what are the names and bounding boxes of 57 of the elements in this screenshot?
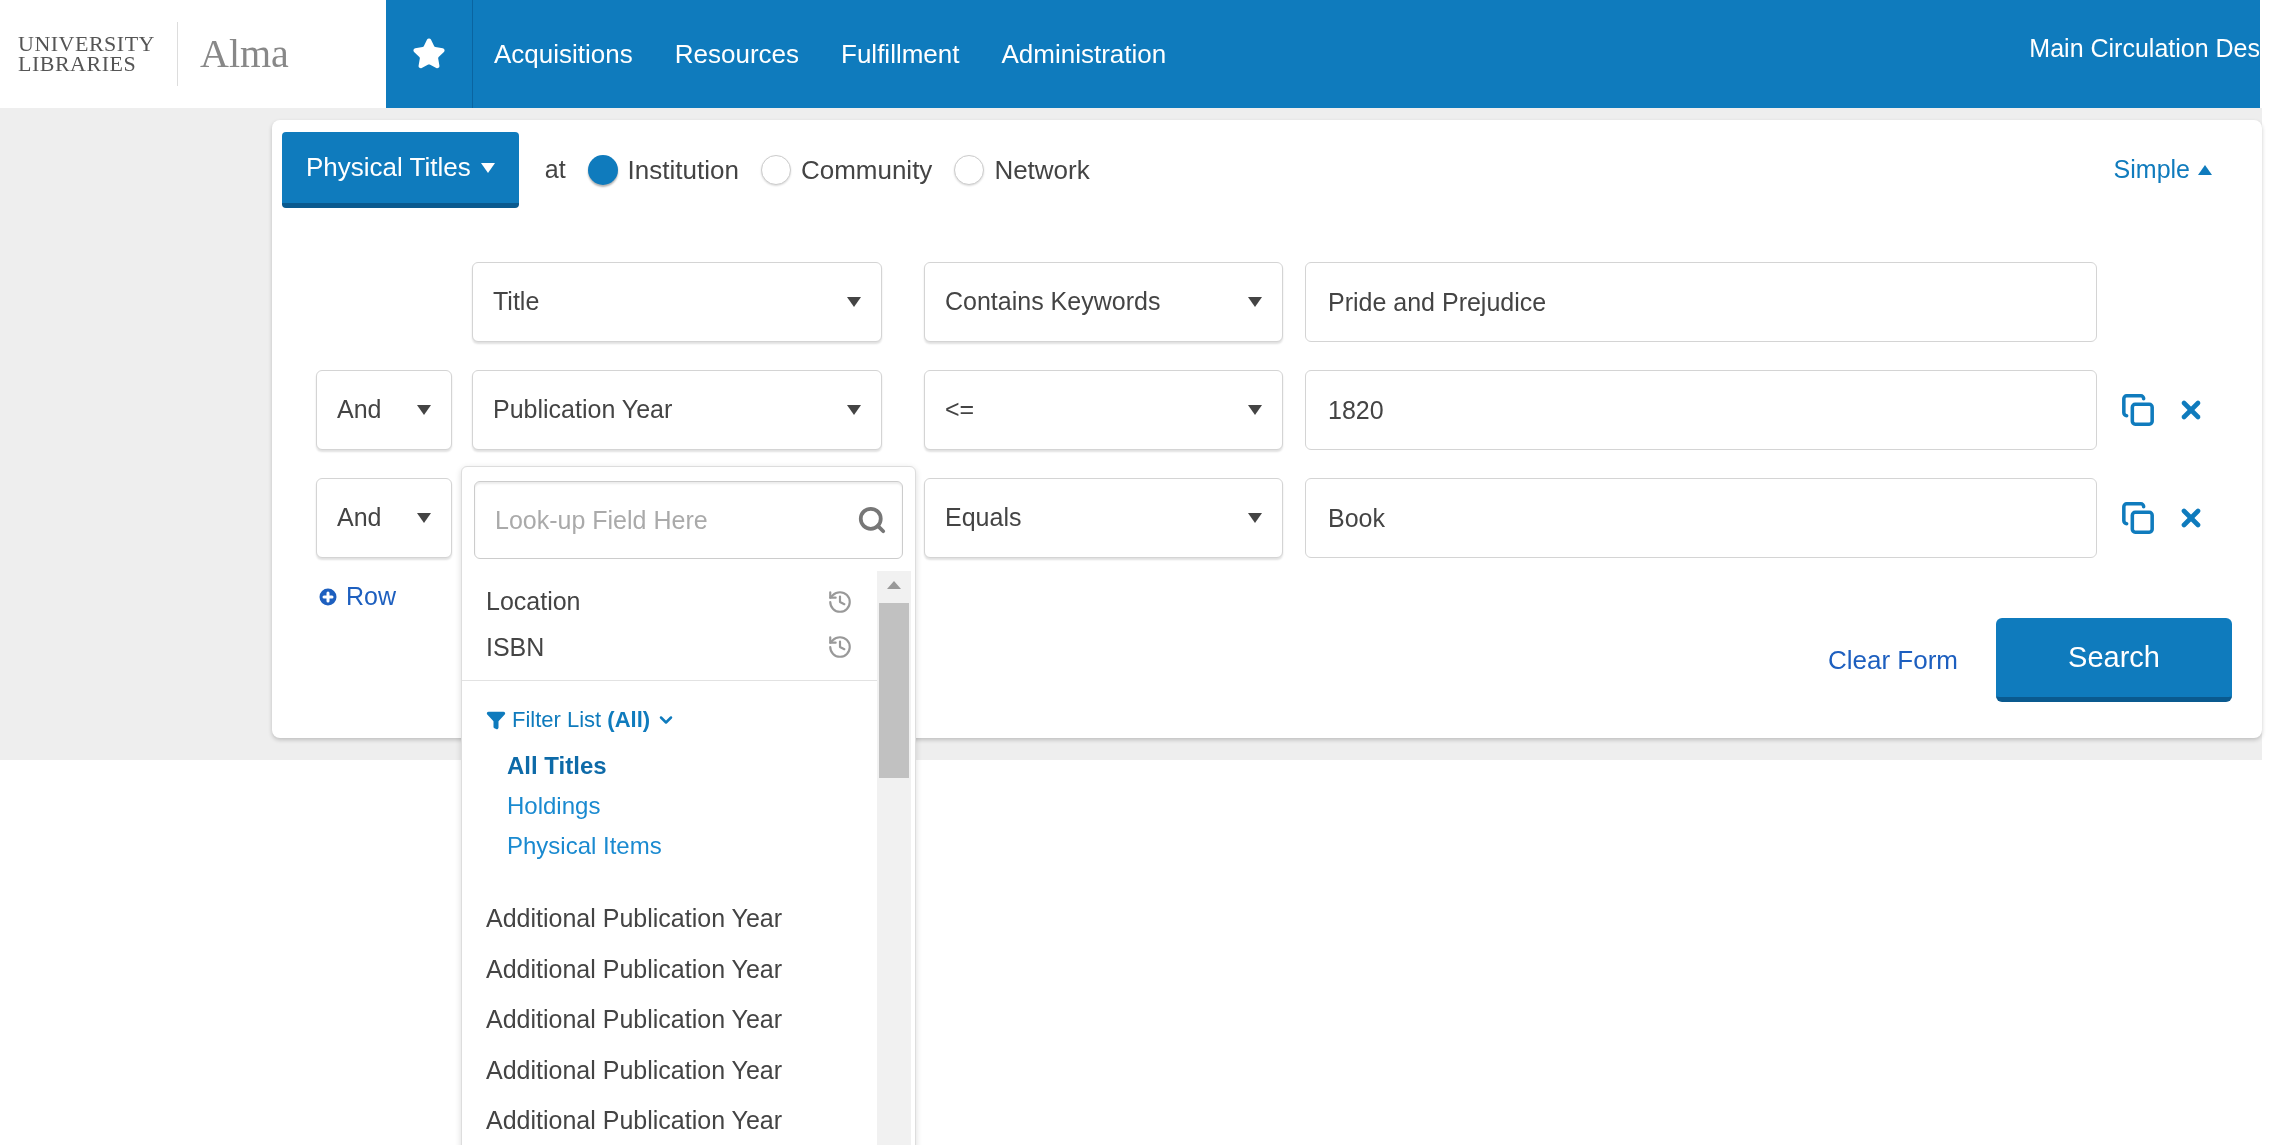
caret-icon: [1248, 297, 1262, 307]
caret-icon: [1248, 513, 1262, 523]
select-dropdown[interactable]: And: [316, 370, 452, 450]
field-option[interactable]: Additional Publication Year: [486, 1102, 877, 1140]
logo-text: UNIVERSITY: [18, 34, 155, 54]
filter-list-toggle[interactable]: Filter List (All): [486, 703, 877, 736]
field-option[interactable]: Additional Publication Year: [486, 1051, 877, 1089]
field-option[interactable]: Additional Publication Year: [486, 1001, 877, 1039]
clear-form-link[interactable]: Clear Form: [1828, 640, 1958, 680]
scope-radio[interactable]: Community: [760, 150, 933, 190]
copy-icon[interactable]: [2121, 501, 2155, 535]
select-dropdown[interactable]: <=: [924, 370, 1283, 450]
value-field[interactable]: Pride and Prejudice: [1305, 262, 2097, 342]
copy-icon[interactable]: [2121, 393, 2155, 427]
app-name: Alma: [200, 30, 289, 78]
recent-field-item[interactable]: ISBN: [486, 628, 545, 666]
caret-icon: [847, 297, 861, 307]
nav-link[interactable]: Resources: [653, 34, 820, 74]
filter-option[interactable]: Holdings: [507, 788, 877, 824]
at-label: at: [544, 154, 566, 186]
caret-icon: [417, 405, 431, 415]
filter-icon: [486, 709, 506, 730]
history-icon: [827, 588, 853, 615]
nav-link[interactable]: Administration: [980, 34, 1188, 74]
select-dropdown[interactable]: Title: [472, 262, 882, 342]
select-dropdown[interactable]: Equals: [924, 478, 1283, 558]
nav-link[interactable]: Acquisitions: [473, 34, 654, 74]
add-row-link[interactable]: Row: [316, 578, 396, 616]
search-button[interactable]: Search: [1996, 618, 2232, 702]
lookup-field[interactable]: Look-up Field Here: [474, 481, 903, 559]
select-dropdown[interactable]: And: [316, 478, 452, 558]
scrollbar[interactable]: [877, 571, 911, 1145]
value-field[interactable]: Book: [1305, 478, 2097, 558]
scope-radio[interactable]: Institution: [587, 150, 739, 190]
field-option[interactable]: Additional Publication Year: [486, 950, 877, 988]
filter-option[interactable]: Physical Items: [507, 828, 877, 864]
value-field[interactable]: 1820: [1305, 370, 2097, 450]
recent-field-item[interactable]: Location: [486, 583, 581, 621]
history-icon: [827, 634, 853, 661]
search-icon: [857, 505, 887, 535]
select-dropdown[interactable]: Contains Keywords: [924, 262, 1283, 342]
scope-button[interactable]: Physical Titles: [282, 132, 519, 208]
field-option[interactable]: Additional Publication Year: [486, 900, 877, 938]
select-dropdown[interactable]: Publication Year: [472, 370, 882, 450]
scroll-up-icon[interactable]: [887, 581, 901, 589]
filter-option[interactable]: All Titles: [507, 748, 877, 784]
caret-icon: [2198, 165, 2212, 175]
caret-icon: [480, 162, 495, 173]
caret-icon: [417, 513, 431, 523]
location-label[interactable]: Main Circulation Des: [2029, 30, 2260, 68]
logo-text: LIBRARIES: [18, 54, 138, 74]
scope-radio[interactable]: Network: [954, 150, 1090, 190]
caret-icon: [1248, 405, 1262, 415]
nav-link[interactable]: Fulfillment: [820, 34, 981, 74]
star-icon[interactable]: [412, 37, 446, 71]
caret-icon: [847, 405, 861, 415]
simple-toggle[interactable]: Simple: [2113, 151, 2212, 189]
